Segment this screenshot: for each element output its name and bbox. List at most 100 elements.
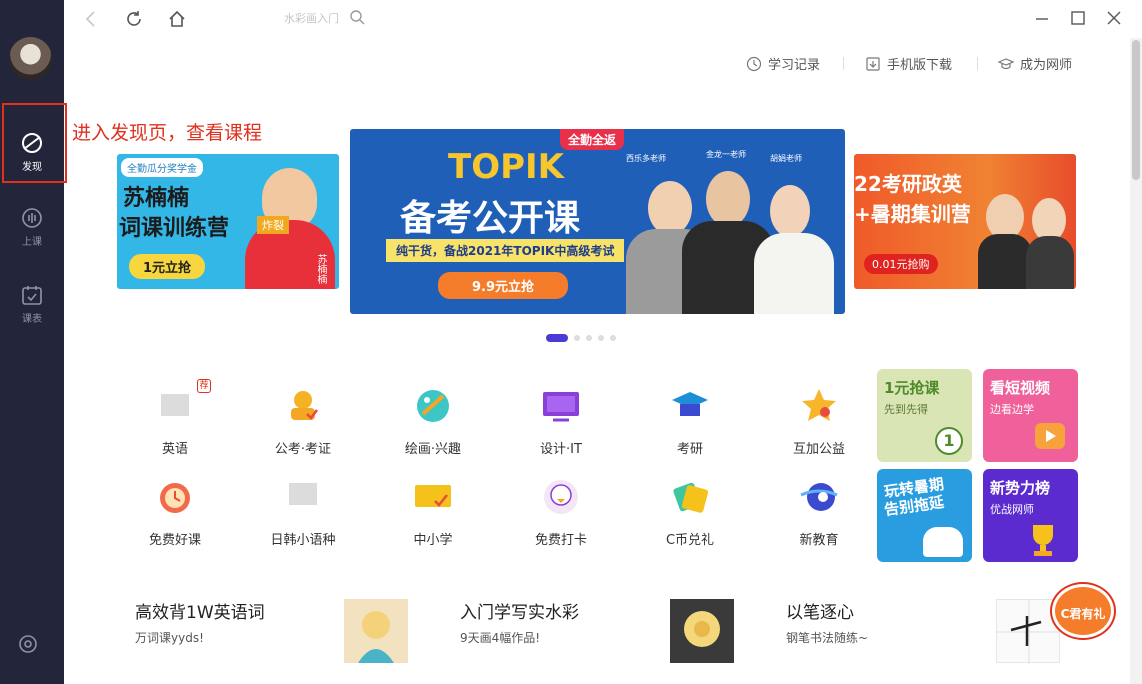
course-thumbnail[interactable]: [996, 599, 1061, 664]
course-title: 以笔逐心: [786, 603, 854, 623]
course-title: 入门学写实水彩: [460, 603, 579, 623]
teacher-name: 胡娟老师: [770, 154, 802, 163]
floating-gift-badge[interactable]: C君有礼: [1052, 584, 1114, 638]
study-history-link[interactable]: 学习记录: [746, 54, 820, 73]
banner-cta: 1元立抢: [129, 254, 206, 279]
banner-title: 备考公开课: [400, 198, 581, 239]
banner-right[interactable]: 22考研政英 +暑期集训营 0.01元抢购: [854, 154, 1076, 289]
category-checkin[interactable]: 免费打卡: [516, 477, 606, 548]
teacher-photo: [754, 233, 834, 314]
minimize-icon[interactable]: [1034, 10, 1050, 26]
category-label: 免费打卡: [534, 533, 587, 548]
banner-left[interactable]: 全勤瓜分奖学金 苏楠楠 词课训练营 炸裂 苏楠楠 1元立抢: [117, 154, 339, 289]
banner-title: 22考研政英: [854, 172, 962, 196]
become-teacher-link[interactable]: 成为网师: [998, 54, 1072, 73]
category-exam-cert[interactable]: 公考·考证: [258, 386, 348, 457]
carousel-indicator: [546, 334, 616, 342]
promo-summer[interactable]: 玩转暑期 告别拖延: [877, 469, 972, 562]
teacher-name: 苏楠楠: [315, 254, 326, 284]
category-label: 英语: [161, 442, 188, 457]
settings-icon[interactable]: [17, 633, 39, 655]
refresh-icon[interactable]: [124, 9, 144, 29]
category-painting[interactable]: 绘画·兴趣: [388, 386, 478, 457]
divider: [977, 57, 978, 70]
course-thumbnail[interactable]: [344, 599, 408, 663]
coin-gift-icon: [670, 477, 710, 517]
promo-one-yuan[interactable]: 1元抢课 先到先得 1: [877, 369, 972, 462]
category-new-education[interactable]: 新教育: [774, 477, 864, 548]
carousel-dot[interactable]: [574, 335, 580, 341]
teacher-name: 金龙一老师: [706, 150, 746, 159]
promo-subtitle: 优战网师: [990, 503, 1034, 516]
category-charity[interactable]: 互加公益: [774, 386, 864, 457]
course-card-watercolor[interactable]: 入门学写实水彩 9天画4幅作品!: [460, 598, 579, 646]
promo-new-force[interactable]: 新势力榜 优战网师: [983, 469, 1078, 562]
category-label: 免费好课: [148, 533, 201, 548]
banner-tag: 全勤瓜分奖学金: [121, 158, 203, 177]
illustration: [923, 527, 963, 557]
category-label: 日韩小语种: [270, 533, 336, 548]
category-language[interactable]: 日韩小语种: [258, 477, 348, 548]
graduate-exam-icon: [670, 386, 710, 426]
promo-subtitle: 边看边学: [990, 403, 1034, 416]
english-icon: [155, 386, 195, 426]
category-k12[interactable]: 中小学: [388, 477, 478, 548]
promo-short-video[interactable]: 看短视频 边看边学: [983, 369, 1078, 462]
close-icon[interactable]: [1106, 10, 1122, 26]
carousel-dot[interactable]: [610, 335, 616, 341]
avatar[interactable]: [9, 37, 52, 80]
course-subtitle: 9天画4幅作品!: [460, 631, 541, 645]
mobile-download-label: 手机版下载: [887, 58, 953, 73]
home-icon[interactable]: [167, 9, 187, 29]
category-english[interactable]: 英语 荐: [130, 379, 220, 457]
teacher-name: 西乐多老师: [626, 154, 666, 163]
carousel-dot-active[interactable]: [546, 334, 568, 342]
promo-title: 看短视频: [990, 379, 1051, 397]
recommend-badge: 荐: [197, 379, 211, 393]
banner-cta: 9.9元立抢: [438, 272, 569, 299]
category-design-it[interactable]: 设计·IT: [516, 386, 606, 457]
teacher-photo: [1026, 236, 1074, 289]
course-subtitle: 万词课yyds!: [135, 631, 204, 645]
mobile-download-link[interactable]: 手机版下载: [865, 54, 952, 73]
checkin-icon: [541, 477, 581, 517]
new-education-icon: [799, 477, 839, 517]
graduation-cap-icon: [998, 57, 1014, 69]
category-label: 新教育: [799, 533, 839, 548]
sidebar-item-schedule[interactable]: 课表: [0, 277, 64, 337]
category-label: 绘画·兴趣: [404, 442, 462, 457]
exam-cert-icon: [283, 386, 323, 426]
sidebar-item-live-class[interactable]: 上课: [0, 200, 64, 260]
download-icon: [866, 56, 880, 71]
carousel-dot[interactable]: [586, 335, 592, 341]
category-free-course[interactable]: 免费好课: [130, 477, 220, 548]
divider: [843, 57, 844, 70]
course-card-calligraphy[interactable]: 以笔逐心 钢笔书法随练~: [786, 598, 868, 646]
schedule-icon: [22, 286, 42, 305]
banner-brand: TOPIK: [448, 147, 565, 187]
design-it-icon: [541, 386, 581, 426]
banner-tag: 全勤全返: [560, 129, 625, 150]
search-icon[interactable]: [349, 9, 365, 27]
category-label: 设计·IT: [540, 442, 582, 457]
course-title: 高效背1W英语词: [135, 603, 265, 623]
carousel-dot[interactable]: [598, 335, 604, 341]
category-coin-gift[interactable]: C币兑礼: [645, 477, 735, 548]
maximize-icon[interactable]: [1070, 10, 1086, 26]
course-card-english[interactable]: 高效背1W英语词 万词课yyds!: [135, 598, 265, 646]
category-graduate-exam[interactable]: 考研: [645, 386, 735, 457]
play-icon: [1035, 423, 1065, 449]
category-label: 公考·考证: [274, 442, 332, 457]
teacher-photo: [770, 185, 810, 237]
banner-main[interactable]: 全勤全返 TOPIK 备考公开课 纯干货，备战2021年TOPIK中高级考试 9…: [350, 129, 845, 314]
back-icon[interactable]: [84, 9, 98, 29]
course-thumbnail[interactable]: [670, 599, 734, 663]
teacher-photo: [706, 171, 750, 227]
teacher-photo: [648, 181, 692, 235]
teacher-photo: [978, 234, 1032, 289]
scrollbar-thumb[interactable]: [1132, 40, 1140, 180]
painting-icon: [413, 386, 453, 426]
banner-title: 词课训练营: [119, 216, 230, 241]
banner-cta: 0.01元抢购: [864, 254, 938, 274]
title-bar: 水彩画入门: [64, 0, 1142, 38]
